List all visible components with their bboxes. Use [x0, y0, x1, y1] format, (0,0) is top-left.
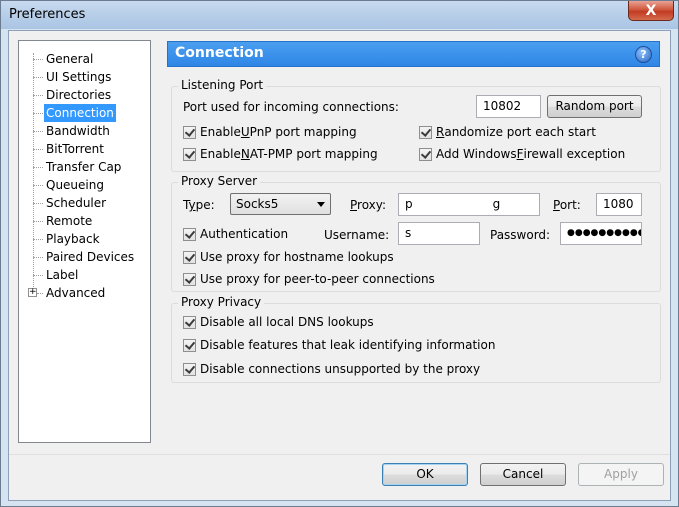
natpmp-checkbox[interactable]: Enable N AT-PMP port mapping	[183, 147, 378, 161]
group-title: Listening Port	[178, 78, 267, 92]
tree-item-label: Queueing	[46, 178, 104, 192]
tree-guide-line	[33, 53, 34, 289]
window-title: Preferences	[9, 7, 86, 22]
tree-item-label: Directories	[46, 88, 112, 102]
proxy-port-input[interactable]: 1080	[596, 193, 642, 216]
group-title: Proxy Server	[178, 174, 261, 188]
upnp-checkbox[interactable]: Enable U PnP port mapping	[183, 125, 357, 139]
tree-item-label: UI Settings	[46, 70, 112, 84]
disable-dns-lookups-checkbox[interactable]: Disable all local DNS lookups	[183, 315, 374, 329]
checkbox-box[interactable]	[183, 338, 196, 352]
tree-item-label: Advanced	[46, 286, 106, 300]
apply-button[interactable]: Apply	[578, 463, 664, 486]
username-label: Username:	[324, 228, 390, 242]
tree-item-label: Paired Devices	[46, 250, 135, 264]
authentication-checkbox[interactable]: Authentication	[183, 227, 288, 241]
title-bar[interactable]: Preferences X	[1, 1, 678, 29]
tree-item-label: Remote	[46, 214, 93, 228]
disable-leaking-features-checkbox[interactable]: Disable features that leak identifying i…	[183, 338, 495, 352]
group-title: Proxy Privacy	[178, 295, 265, 309]
tree-item-label: Playback	[46, 232, 100, 246]
ok-button[interactable]: OK	[382, 463, 468, 486]
listening-port-group: Listening Port Port used for incoming co…	[171, 78, 661, 172]
proxy-privacy-group: Proxy Privacy Disable all local DNS look…	[171, 295, 661, 383]
random-port-button[interactable]: Random port	[547, 95, 642, 118]
checkbox-box[interactable]	[183, 362, 196, 376]
cancel-button[interactable]: Cancel	[480, 463, 566, 486]
checkbox-box[interactable]	[419, 147, 432, 161]
preferences-window: Preferences X General UI Settings Direct…	[0, 0, 679, 507]
section-header: Connection ?	[167, 41, 660, 67]
client-area: General UI Settings Directories Connecti…	[8, 30, 671, 501]
proxy-hostname-lookups-checkbox[interactable]: Use proxy for hostname lookups	[183, 250, 394, 264]
proxy-port-label: Port:	[553, 198, 581, 212]
checkbox-box[interactable]	[183, 250, 196, 264]
checkbox-box[interactable]	[183, 147, 196, 161]
checkbox-box[interactable]	[183, 272, 196, 286]
checkbox-box[interactable]	[183, 315, 196, 329]
expand-plus-icon[interactable]: +	[28, 288, 37, 297]
tree-item-label: Bandwidth	[46, 124, 110, 138]
tree-item-label: General	[46, 52, 94, 66]
proxy-type-select[interactable]: Socks5	[230, 193, 331, 215]
tree-item-label: Connection	[44, 104, 116, 122]
help-icon[interactable]: ?	[635, 46, 652, 63]
tree-item-label: Label	[46, 268, 79, 282]
tree-item-label: Scheduler	[46, 196, 107, 210]
checkbox-box[interactable]	[183, 227, 196, 241]
dialog-button-bar: OK Cancel Apply	[9, 454, 670, 500]
section-title: Connection	[175, 45, 264, 61]
disable-unsupported-connections-checkbox[interactable]: Disable connections unsupported by the p…	[183, 362, 480, 376]
randomize-port-checkbox[interactable]: Randomize port each start	[419, 125, 596, 139]
proxy-server-group: Proxy Server Type: Socks5 Proxy: pg Port…	[171, 174, 661, 292]
category-tree[interactable]: General UI Settings Directories Connecti…	[18, 40, 151, 443]
tree-item-label: BitTorrent	[46, 142, 104, 156]
proxy-p2p-checkbox[interactable]: Use proxy for peer-to-peer connections	[183, 272, 435, 286]
tree-item-label: Transfer Cap	[46, 160, 122, 174]
close-button[interactable]: X	[628, 1, 674, 21]
firewall-exception-checkbox[interactable]: Add Windows Firewall exception	[419, 147, 625, 161]
close-icon: X	[645, 2, 657, 19]
proxy-type-label: Type:	[183, 198, 215, 212]
port-label: Port used for incoming connections:	[183, 100, 399, 114]
chevron-down-icon	[317, 202, 325, 207]
checkbox-box[interactable]	[419, 125, 432, 139]
proxy-host-label: Proxy:	[350, 198, 387, 212]
password-input[interactable]: ●●●●●●●●●●●	[560, 222, 642, 245]
username-input[interactable]: s	[398, 222, 480, 245]
listening-port-input[interactable]: 10802	[476, 95, 541, 118]
password-label: Password:	[490, 228, 551, 242]
checkbox-box[interactable]	[183, 125, 196, 139]
proxy-host-input[interactable]: pg	[398, 193, 540, 216]
